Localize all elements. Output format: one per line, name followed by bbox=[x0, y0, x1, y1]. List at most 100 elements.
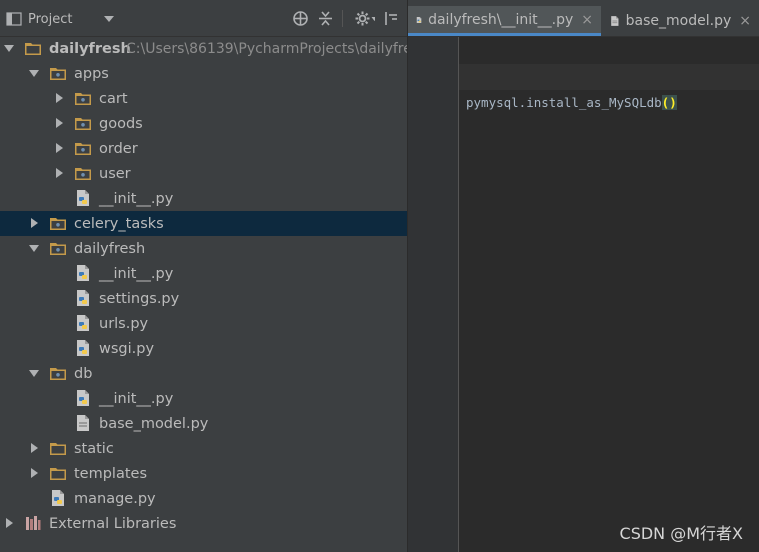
tree-item-label: urls.py bbox=[99, 315, 149, 332]
matched-paren: () bbox=[661, 95, 677, 110]
python-file-icon bbox=[77, 340, 89, 356]
library-icon bbox=[26, 516, 41, 530]
settings-icon[interactable] bbox=[351, 10, 375, 27]
close-icon[interactable]: × bbox=[739, 13, 751, 29]
tree-item[interactable]: celery_tasks bbox=[0, 211, 407, 236]
tree-item-label: celery_tasks bbox=[74, 215, 164, 232]
tree-item[interactable]: manage.py bbox=[0, 486, 407, 511]
close-icon[interactable]: × bbox=[581, 12, 593, 28]
python-file-icon bbox=[77, 265, 89, 281]
tree-item[interactable]: templates bbox=[0, 461, 407, 486]
toolbar-divider bbox=[342, 10, 343, 27]
tab-base-model[interactable]: base_model.py × bbox=[602, 6, 759, 36]
folder-icon bbox=[50, 218, 66, 230]
python-file-icon bbox=[52, 490, 64, 506]
tree-item[interactable]: settings.py bbox=[0, 286, 407, 311]
tree-item-label: __init__.py bbox=[99, 265, 174, 282]
chevron-down-icon[interactable] bbox=[104, 16, 114, 22]
watermark: CSDN @M行者X bbox=[619, 524, 743, 543]
tree-item-label: templates bbox=[74, 465, 148, 482]
pycharm-window: Project dailyfresh C:\Users\86139\Pychar… bbox=[0, 0, 759, 552]
tree-item[interactable]: cart bbox=[0, 86, 407, 111]
project-panel: Project dailyfresh C:\Users\86139\Pychar… bbox=[0, 0, 408, 552]
chevron-down-icon[interactable] bbox=[29, 70, 39, 77]
tree-item-label: External Libraries bbox=[49, 515, 177, 532]
folder-icon bbox=[75, 168, 91, 180]
chevron-right-icon[interactable] bbox=[31, 443, 38, 453]
chevron-right-icon[interactable] bbox=[56, 143, 63, 153]
project-panel-header: Project bbox=[0, 0, 407, 37]
folder-icon bbox=[25, 43, 41, 55]
chevron-down-icon[interactable] bbox=[29, 370, 39, 377]
tree-item-label: cart bbox=[99, 90, 128, 107]
project-path: C:\Users\86139\PycharmProjects\dailyfres… bbox=[126, 40, 408, 57]
folder-icon bbox=[50, 468, 66, 480]
tree-item[interactable]: db bbox=[0, 361, 407, 386]
python-file-icon bbox=[77, 390, 89, 406]
project-view-selector[interactable]: Project bbox=[6, 10, 72, 28]
tree-item[interactable]: user bbox=[0, 161, 407, 186]
tree-item-label: user bbox=[99, 165, 131, 182]
code-line[interactable]: import pymysql bbox=[459, 38, 759, 84]
file-icon bbox=[611, 16, 619, 26]
tree-item[interactable]: dailyfresh bbox=[0, 236, 407, 261]
chevron-down-icon[interactable] bbox=[29, 245, 39, 252]
hide-icon[interactable] bbox=[383, 10, 400, 27]
chevron-right-icon[interactable] bbox=[56, 168, 63, 178]
tab-label: base_model.py bbox=[625, 13, 732, 29]
folder-icon bbox=[75, 118, 91, 130]
tree-item[interactable]: order bbox=[0, 136, 407, 161]
project-panel-toolbar bbox=[292, 10, 407, 27]
python-file-icon bbox=[416, 16, 422, 23]
folder-icon bbox=[75, 143, 91, 155]
python-file-icon bbox=[77, 190, 89, 206]
tree-item-label: __init__.py bbox=[99, 390, 174, 407]
tree-item[interactable]: goods bbox=[0, 111, 407, 136]
chevron-right-icon[interactable] bbox=[56, 118, 63, 128]
chevron-right-icon[interactable] bbox=[31, 468, 38, 478]
file-icon bbox=[77, 415, 89, 431]
tab-dailyfresh-init[interactable]: dailyfresh\__init__.py × bbox=[408, 6, 601, 36]
tree-item[interactable]: apps bbox=[0, 61, 407, 86]
editor-area: dailyfresh\__init__.py × base_model.py ×… bbox=[408, 0, 759, 552]
folder-icon bbox=[50, 243, 66, 255]
tree-item[interactable]: static bbox=[0, 436, 407, 461]
tree-item-label: __init__.py bbox=[99, 190, 174, 207]
tab-label: dailyfresh\__init__.py bbox=[428, 11, 574, 28]
code-line-current[interactable]: pymysql.install_as_MySQLdb() bbox=[459, 64, 759, 110]
tree-item-label: dailyfresh bbox=[74, 240, 146, 257]
tree-item[interactable]: __init__.py bbox=[0, 186, 407, 211]
chevron-right-icon[interactable] bbox=[31, 218, 38, 228]
tree-item[interactable]: base_model.py bbox=[0, 411, 407, 436]
folder-icon bbox=[50, 368, 66, 380]
locate-icon[interactable] bbox=[292, 10, 309, 27]
tree-item[interactable]: External Libraries bbox=[0, 511, 407, 536]
chevron-right-icon[interactable] bbox=[56, 93, 63, 103]
tree-item[interactable]: __init__.py bbox=[0, 386, 407, 411]
python-file-icon bbox=[77, 290, 89, 306]
collapse-all-icon[interactable] bbox=[317, 10, 334, 27]
folder-icon bbox=[50, 443, 66, 455]
editor-tab-bar: dailyfresh\__init__.py × base_model.py × bbox=[408, 0, 759, 37]
project-view-icon bbox=[6, 12, 22, 26]
code-editor[interactable]: import pymysql pymysql.install_as_MySQLd… bbox=[459, 37, 759, 552]
tree-item[interactable]: urls.py bbox=[0, 311, 407, 336]
tree-item[interactable]: wsgi.py bbox=[0, 336, 407, 361]
tree-item-label: wsgi.py bbox=[99, 340, 155, 357]
tree-item-label: static bbox=[74, 440, 114, 457]
tree-item-label: apps bbox=[74, 65, 109, 82]
chevron-down-icon[interactable] bbox=[4, 45, 14, 52]
tree-item[interactable]: dailyfresh C:\Users\86139\PycharmProjects… bbox=[0, 36, 407, 61]
tree-item-label: settings.py bbox=[99, 290, 180, 307]
tree-item-label: order bbox=[99, 140, 138, 157]
folder-icon bbox=[50, 68, 66, 80]
code-token: pymysql.install_as_MySQLdb bbox=[466, 95, 662, 110]
chevron-right-icon[interactable] bbox=[6, 518, 13, 528]
line-gutter[interactable] bbox=[408, 37, 459, 552]
python-file-icon bbox=[77, 315, 89, 331]
tree-item-label: base_model.py bbox=[99, 415, 209, 432]
tree-item-label: manage.py bbox=[74, 490, 156, 507]
tree-item[interactable]: __init__.py bbox=[0, 261, 407, 286]
folder-icon bbox=[75, 93, 91, 105]
tree-item-label: db bbox=[74, 365, 93, 382]
